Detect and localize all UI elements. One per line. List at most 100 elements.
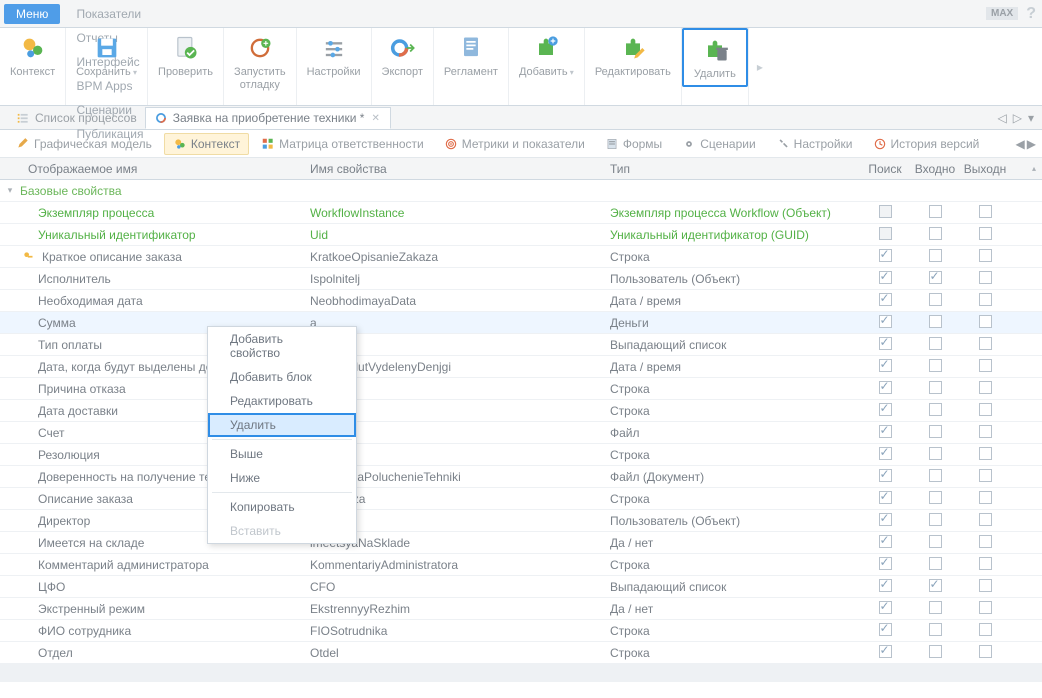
table-row[interactable]: Имеется на складе imeetsyaNaSklade Да / … bbox=[0, 532, 1042, 554]
nav-menu-icon[interactable]: ▾ bbox=[1026, 111, 1036, 125]
doc-tab[interactable]: Список процессов bbox=[8, 107, 145, 128]
sub-tab-gear-multi[interactable]: Контекст bbox=[164, 133, 249, 155]
context-menu-item[interactable]: Удалить bbox=[208, 413, 356, 437]
nav-prev-icon[interactable]: ◀ bbox=[1016, 137, 1025, 151]
table-row[interactable]: Дата, когда будут выделены день ogdaBudu… bbox=[0, 356, 1042, 378]
checkbox-in[interactable] bbox=[929, 601, 942, 614]
ribbon-doc-button[interactable]: Регламент bbox=[434, 28, 508, 83]
sub-tab-form[interactable]: Формы bbox=[597, 133, 670, 155]
checkbox-search[interactable] bbox=[879, 645, 892, 658]
checkbox-in[interactable] bbox=[929, 447, 942, 460]
help-icon[interactable]: ? bbox=[1026, 5, 1036, 23]
context-menu-item[interactable]: Добавить блок bbox=[208, 365, 356, 389]
checkbox-search[interactable] bbox=[879, 623, 892, 636]
table-row[interactable]: Доверенность на получение тех ennostjNaP… bbox=[0, 466, 1042, 488]
header-name[interactable]: Отображаемое имя bbox=[0, 162, 310, 176]
context-menu-item[interactable]: Выше bbox=[208, 442, 356, 466]
ribbon-debug-button[interactable]: Запуститьотладку bbox=[224, 28, 296, 96]
table-row[interactable]: Сумма a Деньги bbox=[0, 312, 1042, 334]
table-row[interactable]: Описание заказа nieZakaza Строка bbox=[0, 488, 1042, 510]
checkbox-out[interactable] bbox=[979, 403, 992, 416]
sub-tab-gear[interactable]: Сценарии bbox=[674, 133, 763, 155]
checkbox-search[interactable] bbox=[879, 293, 892, 306]
checkbox-search[interactable] bbox=[879, 381, 892, 394]
checkbox-in[interactable] bbox=[929, 293, 942, 306]
table-row[interactable]: Необходимая дата NeobhodimayaData Дата /… bbox=[0, 290, 1042, 312]
table-row[interactable]: Комментарий администратора KommentariyAd… bbox=[0, 554, 1042, 576]
doc-tab[interactable]: Заявка на приобретение техники *✕ bbox=[145, 107, 391, 129]
checkbox-in[interactable] bbox=[929, 315, 942, 328]
checkbox-out[interactable] bbox=[979, 227, 992, 240]
checkbox-search[interactable] bbox=[879, 359, 892, 372]
checkbox-out[interactable] bbox=[979, 249, 992, 262]
checkbox-out[interactable] bbox=[979, 557, 992, 570]
checkbox-search[interactable] bbox=[879, 491, 892, 504]
checkbox-out[interactable] bbox=[979, 513, 992, 526]
sub-tab-history[interactable]: История версий bbox=[865, 133, 988, 155]
ribbon-settings-button[interactable]: Настройки bbox=[297, 28, 371, 83]
table-row[interactable]: Дата доставки ostavki Строка bbox=[0, 400, 1042, 422]
table-row[interactable]: Директор Direktor Пользователь (Объект) bbox=[0, 510, 1042, 532]
ribbon-export-button[interactable]: Экспорт bbox=[372, 28, 433, 83]
checkbox-search[interactable] bbox=[879, 579, 892, 592]
top-tab-показатели[interactable]: Показатели bbox=[66, 2, 185, 26]
ribbon-puzzle-edit-button[interactable]: Редактировать bbox=[585, 28, 681, 83]
context-menu-item[interactable]: Редактировать bbox=[208, 389, 356, 413]
checkbox-out[interactable] bbox=[979, 645, 992, 658]
table-row[interactable]: ЦФО CFO Выпадающий список bbox=[0, 576, 1042, 598]
checkbox-in[interactable] bbox=[929, 469, 942, 482]
group-row[interactable]: ▾ Базовые свойства bbox=[0, 180, 1042, 202]
checkbox-out[interactable] bbox=[979, 293, 992, 306]
header-search[interactable]: Поиск bbox=[860, 162, 910, 176]
ribbon-puzzle-del-button[interactable]: Удалить bbox=[682, 28, 748, 87]
checkbox-out[interactable] bbox=[979, 425, 992, 438]
close-icon[interactable]: ✕ bbox=[369, 113, 381, 124]
checkbox-search[interactable] bbox=[879, 535, 892, 548]
table-row[interactable]: Краткое описание заказа KratkoeOpisanieZ… bbox=[0, 246, 1042, 268]
checkbox-out[interactable] bbox=[979, 469, 992, 482]
menu-button[interactable]: Меню bbox=[4, 4, 60, 24]
checkbox-search[interactable] bbox=[879, 249, 892, 262]
checkbox-in[interactable] bbox=[929, 337, 942, 350]
ribbon-save-button[interactable]: Сохранить ▾ bbox=[66, 28, 147, 83]
checkbox-search[interactable] bbox=[879, 337, 892, 350]
checkbox-out[interactable] bbox=[979, 381, 992, 394]
sub-tab-matrix[interactable]: Матрица ответственности bbox=[253, 133, 432, 155]
table-row[interactable]: Экземпляр процесса WorkflowInstance Экзе… bbox=[0, 202, 1042, 224]
header-type[interactable]: Тип bbox=[610, 162, 860, 176]
checkbox-in[interactable] bbox=[929, 227, 942, 240]
checkbox-out[interactable] bbox=[979, 337, 992, 350]
checkbox-in[interactable] bbox=[929, 535, 942, 548]
checkbox-search[interactable] bbox=[879, 227, 892, 240]
sub-tab-target[interactable]: Метрики и показатели bbox=[436, 133, 593, 155]
table-row[interactable]: ФИО сотрудника FIOSotrudnika Строка bbox=[0, 620, 1042, 642]
checkbox-search[interactable] bbox=[879, 205, 892, 218]
checkbox-out[interactable] bbox=[979, 447, 992, 460]
checkbox-search[interactable] bbox=[879, 271, 892, 284]
checkbox-in[interactable] bbox=[929, 249, 942, 262]
nav-prev-icon[interactable]: ◁ bbox=[996, 111, 1009, 125]
checkbox-search[interactable] bbox=[879, 315, 892, 328]
checkbox-in[interactable] bbox=[929, 557, 942, 570]
checkbox-search[interactable] bbox=[879, 513, 892, 526]
checkbox-out[interactable] bbox=[979, 359, 992, 372]
table-row[interactable]: Резолюция uciya Строка bbox=[0, 444, 1042, 466]
context-menu-item[interactable]: Ниже bbox=[208, 466, 356, 490]
header-out[interactable]: Выходн bbox=[960, 162, 1010, 176]
checkbox-in[interactable] bbox=[929, 513, 942, 526]
nav-next-icon[interactable]: ▶ bbox=[1027, 137, 1036, 151]
ribbon-check-doc-button[interactable]: Проверить bbox=[148, 28, 223, 83]
table-row[interactable]: Уникальный идентификатор Uid Уникальный … bbox=[0, 224, 1042, 246]
header-in[interactable]: Входно bbox=[910, 162, 960, 176]
header-prop[interactable]: Имя свойства bbox=[310, 162, 610, 176]
checkbox-out[interactable] bbox=[979, 601, 992, 614]
context-menu-item[interactable]: Добавить свойство bbox=[208, 327, 356, 365]
sub-tab-tool[interactable]: Настройки bbox=[768, 133, 861, 155]
checkbox-out[interactable] bbox=[979, 623, 992, 636]
checkbox-in[interactable] bbox=[929, 205, 942, 218]
checkbox-search[interactable] bbox=[879, 557, 892, 570]
ribbon-puzzle-plus-button[interactable]: Добавить ▾ bbox=[509, 28, 584, 83]
checkbox-in[interactable] bbox=[929, 359, 942, 372]
checkbox-in[interactable] bbox=[929, 579, 942, 592]
checkbox-in[interactable] bbox=[929, 381, 942, 394]
